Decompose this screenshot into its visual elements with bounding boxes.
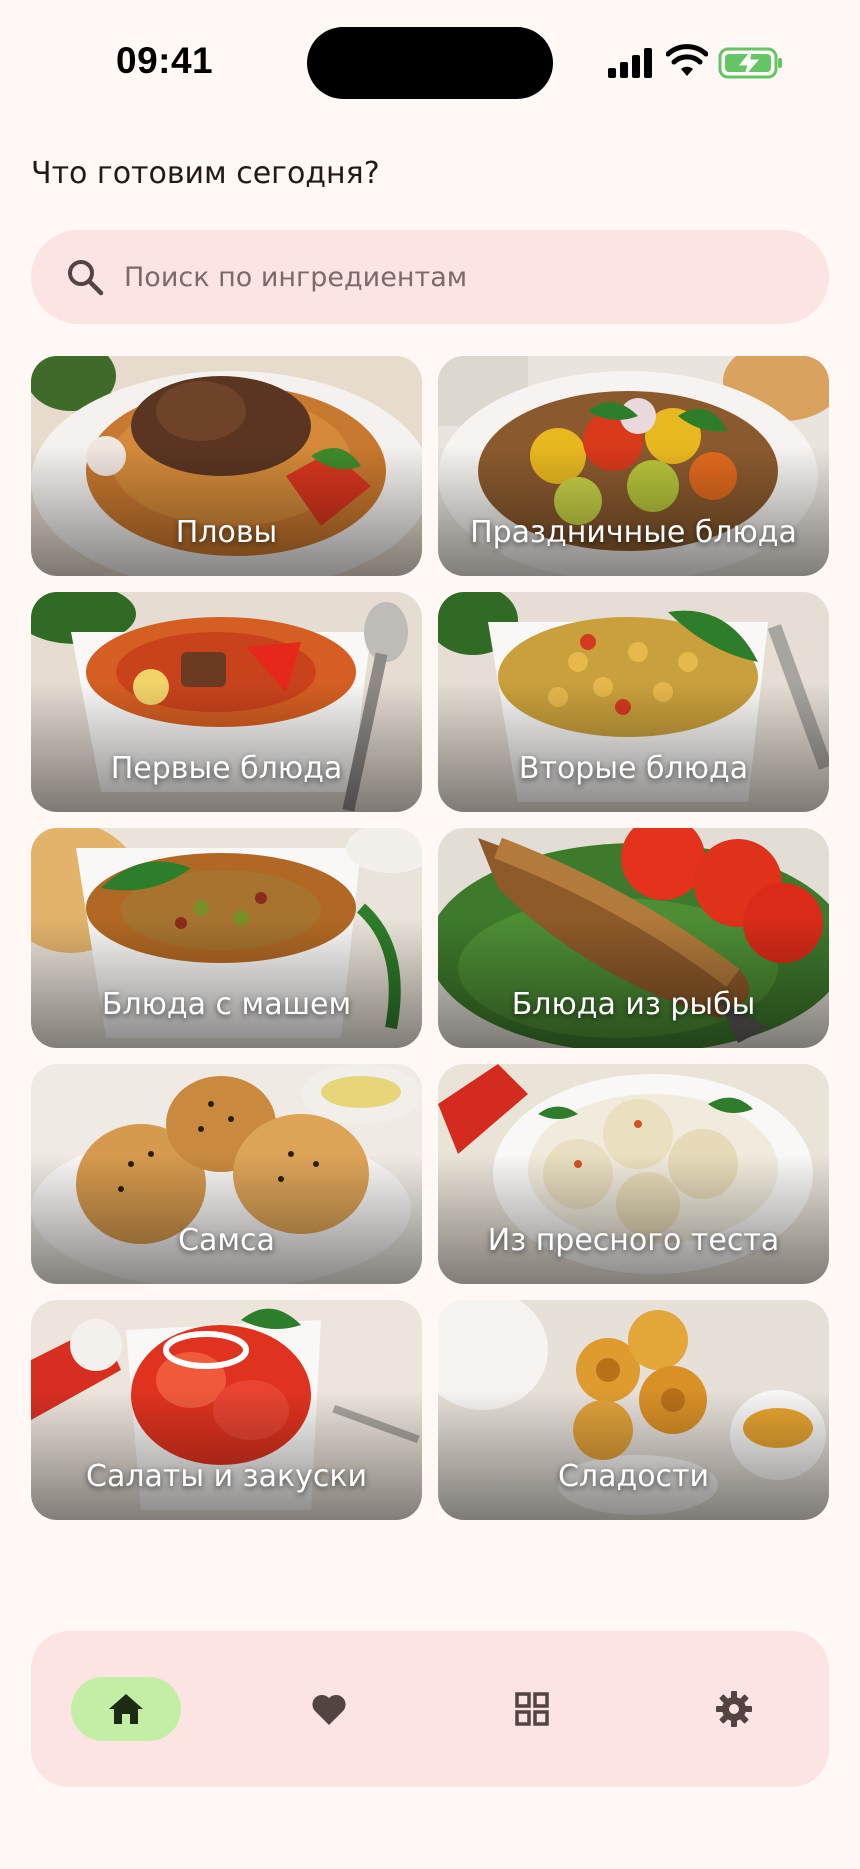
cellular-signal-icon — [608, 48, 652, 78]
category-label: Первые блюда — [110, 751, 343, 786]
category-label: Салаты и закуски — [86, 1459, 367, 1494]
category-card-salads[interactable]: Салаты и закуски — [31, 1300, 422, 1520]
card-overlay — [31, 1154, 422, 1284]
category-card-samsa[interactable]: Самса — [31, 1064, 422, 1284]
nav-favorites[interactable] — [274, 1677, 384, 1741]
category-label: Пловы — [175, 515, 278, 550]
page-title: Что готовим сегодня? — [31, 156, 380, 191]
battery-charging-icon — [718, 47, 782, 79]
card-overlay — [31, 682, 422, 812]
category-label: Самса — [178, 1223, 275, 1258]
bottom-navigation — [31, 1631, 829, 1787]
category-label: Блюда с машем — [101, 987, 352, 1022]
category-card-sweets[interactable]: Сладости — [438, 1300, 829, 1520]
card-overlay — [438, 446, 829, 576]
nav-settings[interactable] — [679, 1677, 789, 1741]
home-icon — [109, 1694, 143, 1724]
category-card-fish[interactable]: Блюда из рыбы — [438, 828, 829, 1048]
card-overlay — [438, 1154, 829, 1284]
category-label: Вторые блюда — [518, 751, 749, 786]
gear-icon — [716, 1691, 752, 1727]
category-label: Сладости — [557, 1459, 710, 1494]
card-overlay — [31, 918, 422, 1048]
status-bar: 09:41 — [0, 0, 860, 125]
card-overlay — [31, 446, 422, 576]
category-label: Праздничные блюда — [470, 515, 797, 550]
category-card-first-courses[interactable]: Первые блюда — [31, 592, 422, 812]
category-label: Из пресного теста — [487, 1223, 780, 1258]
wifi-icon — [666, 44, 708, 76]
category-grid: Пловы Праздничные блюда Первые блюда Вто… — [31, 356, 829, 1520]
card-overlay — [438, 682, 829, 812]
category-label: Блюда из рыбы — [511, 987, 756, 1022]
search-icon — [68, 260, 104, 296]
category-card-festive[interactable]: Праздничные блюда — [438, 356, 829, 576]
status-time: 09:41 — [116, 40, 214, 81]
category-card-dough[interactable]: Из пресного теста — [438, 1064, 829, 1284]
heart-icon — [312, 1694, 346, 1725]
nav-home[interactable] — [71, 1677, 181, 1741]
card-overlay — [31, 1390, 422, 1520]
app-screen: 09:41 Что готовим сегодня? Поиск по ингр… — [0, 0, 860, 1869]
nav-categories[interactable] — [477, 1677, 587, 1741]
category-card-plov[interactable]: Пловы — [31, 356, 422, 576]
card-overlay — [438, 918, 829, 1048]
card-overlay — [438, 1390, 829, 1520]
category-card-mung[interactable]: Блюда с машем — [31, 828, 422, 1048]
grid-icon — [515, 1692, 549, 1726]
category-card-second-courses[interactable]: Вторые блюда — [438, 592, 829, 812]
dynamic-island — [307, 27, 553, 99]
search-input[interactable] — [124, 230, 804, 324]
